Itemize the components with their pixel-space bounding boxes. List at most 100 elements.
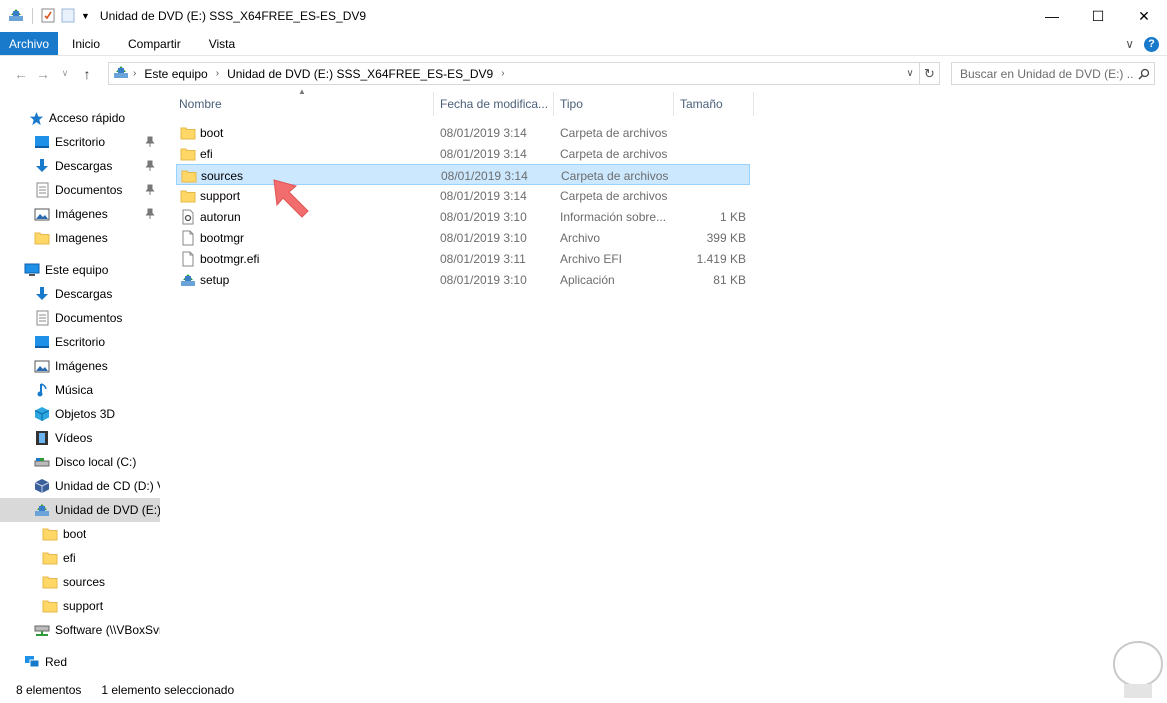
file-name-cell[interactable]: efi <box>180 143 213 164</box>
nav-dvd-sources[interactable]: sources <box>0 570 160 594</box>
nav-this-pc[interactable]: Este equipo <box>0 258 160 282</box>
download-icon <box>34 286 50 302</box>
search-placeholder: Buscar en Unidad de DVD (E:) ... <box>960 66 1134 81</box>
customize-toolbar-icon[interactable]: ▼ <box>81 11 90 21</box>
new-folder-icon[interactable] <box>61 7 75 26</box>
nav-pc-documents[interactable]: Documentos <box>0 306 160 330</box>
column-divider[interactable] <box>753 92 754 116</box>
nav-pc-cd-drive[interactable]: Unidad de CD (D:) V <box>0 474 160 498</box>
nav-dvd-boot[interactable]: boot <box>0 522 160 546</box>
nav-network[interactable]: Red <box>0 650 160 674</box>
settings-file-icon <box>180 209 196 225</box>
back-icon[interactable]: ← <box>10 62 32 86</box>
tab-view[interactable]: Vista <box>195 32 249 55</box>
nav-pc-desktop[interactable]: Escritorio <box>0 330 160 354</box>
file-type: Carpeta de archivos <box>560 125 668 140</box>
nav-quick-imagenes-folder[interactable]: Imagenes <box>0 226 160 250</box>
nav-quick-desktop[interactable]: Escritorio <box>0 130 160 154</box>
breadcrumb-dvd-drive[interactable]: Unidad de DVD (E:) SSS_X64FREE_ES-ES_DV9 <box>223 67 497 81</box>
nav-pc-local-disk[interactable]: Disco local (C:) <box>0 450 160 474</box>
nav-quick-downloads[interactable]: Descargas <box>0 154 160 178</box>
minimize-button[interactable]: — <box>1029 0 1075 32</box>
help-icon[interactable]: ? <box>1144 36 1159 52</box>
nav-quick-pictures[interactable]: Imágenes <box>0 202 160 226</box>
refresh-icon[interactable]: ↻ <box>919 63 939 84</box>
pin-icon[interactable] <box>145 208 155 220</box>
file-name-cell[interactable]: support <box>180 185 240 206</box>
properties-icon[interactable] <box>41 7 55 26</box>
column-header-size[interactable]: Tamaño <box>676 92 752 116</box>
document-icon <box>34 310 50 326</box>
folder-icon <box>181 168 197 184</box>
file-name-cell[interactable]: autorun <box>180 206 241 227</box>
file-size: 81 KB <box>713 272 746 287</box>
file-name: efi <box>200 146 213 161</box>
nav-pc-dvd-drive[interactable]: Unidad de DVD (E:) <box>0 498 160 522</box>
chevron-down-icon[interactable]: ∨ <box>901 63 919 84</box>
file-name-cell[interactable]: bootmgr <box>180 227 244 248</box>
chevron-right-icon[interactable]: › <box>129 68 140 79</box>
recent-locations-icon[interactable]: ∨ <box>54 62 76 86</box>
tab-home[interactable]: Inicio <box>58 32 114 55</box>
pin-icon[interactable] <box>145 136 155 148</box>
column-header-type[interactable]: Tipo <box>556 92 672 116</box>
search-input[interactable]: Buscar en Unidad de DVD (E:) ... <box>951 62 1155 85</box>
tab-share[interactable]: Compartir <box>114 32 195 55</box>
column-divider[interactable] <box>553 92 554 116</box>
file-size <box>681 165 747 186</box>
nav-network-share[interactable]: Software (\\VBoxSvr <box>0 618 160 642</box>
up-icon[interactable]: ↑ <box>76 62 98 86</box>
column-divider[interactable] <box>673 92 674 116</box>
tab-file[interactable]: Archivo <box>0 32 58 55</box>
maximize-button[interactable]: ☐ <box>1075 0 1121 32</box>
file-name-cell[interactable]: sources <box>181 165 243 186</box>
search-icon[interactable] <box>1134 68 1154 80</box>
pin-icon[interactable] <box>145 184 155 196</box>
file-name: boot <box>200 125 224 140</box>
column-divider[interactable] <box>433 92 434 116</box>
nav-quick-documents[interactable]: Documentos <box>0 178 160 202</box>
file-date: 08/01/2019 3:10 <box>440 230 527 245</box>
download-icon <box>34 158 50 174</box>
status-selection: 1 elemento seleccionado <box>101 683 235 697</box>
status-bar: 8 elementos 1 elemento seleccionado <box>0 678 1167 702</box>
breadcrumb-this-pc[interactable]: Este equipo <box>140 67 211 81</box>
folder-icon <box>180 146 196 162</box>
close-button[interactable]: ✕ <box>1121 0 1167 32</box>
file-name-cell[interactable]: boot <box>180 122 223 143</box>
computer-icon <box>24 262 40 278</box>
file-type: Carpeta de archivos <box>561 168 669 183</box>
pin-icon[interactable] <box>145 160 155 172</box>
expand-ribbon-icon[interactable]: ∨ <box>1125 37 1134 51</box>
nav-pc-downloads[interactable]: Descargas <box>0 282 160 306</box>
nav-dvd-support[interactable]: support <box>0 594 160 618</box>
dvd-drive-icon[interactable] <box>8 7 24 26</box>
file-row-efi[interactable]: efi 08/01/2019 3:14 Carpeta de archivos <box>176 143 750 164</box>
file-row-autorun[interactable]: autorun 08/01/2019 3:10 Información sobre.… <box>176 206 750 227</box>
file-row-support[interactable]: support 08/01/2019 3:14 Carpeta de archivo… <box>176 185 750 206</box>
forward-icon[interactable]: → <box>32 62 54 86</box>
nav-pc-music[interactable]: Música <box>0 378 160 402</box>
folder-icon <box>42 550 58 566</box>
nav-pc-videos[interactable]: Vídeos <box>0 426 160 450</box>
file-row-setup[interactable]: setup 08/01/2019 3:10 Aplicación 81 KB <box>176 269 750 290</box>
desktop-icon <box>34 134 50 150</box>
file-row-boot[interactable]: boot 08/01/2019 3:14 Carpeta de archivos <box>176 122 750 143</box>
nav-pc-3d-objects[interactable]: Objetos 3D <box>0 402 160 426</box>
file-row-sources[interactable]: sources 08/01/2019 3:14 Carpeta de archivo… <box>176 164 750 185</box>
file-row-bootmgr-efi[interactable]: bootmgr.efi 08/01/2019 3:11 Archivo EFI 1.4… <box>176 248 750 269</box>
nav-pc-pictures[interactable]: Imágenes <box>0 354 160 378</box>
file-type: Archivo EFI <box>560 251 623 266</box>
nav-dvd-efi[interactable]: efi <box>0 546 160 570</box>
column-header-date[interactable]: Fecha de modifica... <box>436 92 552 116</box>
file-type: Carpeta de archivos <box>560 188 668 203</box>
chevron-right-icon[interactable]: › <box>497 68 508 79</box>
document-icon <box>34 182 50 198</box>
column-header-name[interactable]: Nombre <box>175 92 433 116</box>
file-row-bootmgr[interactable]: bootmgr 08/01/2019 3:10 Archivo 399 KB <box>176 227 750 248</box>
chevron-right-icon[interactable]: › <box>212 68 223 79</box>
file-name-cell[interactable]: bootmgr.efi <box>180 248 259 269</box>
file-name-cell[interactable]: setup <box>180 269 229 290</box>
address-bar[interactable]: › Este equipo › Unidad de DVD (E:) SSS_X… <box>108 62 940 85</box>
nav-quick-access[interactable]: Acceso rápido <box>0 106 160 130</box>
